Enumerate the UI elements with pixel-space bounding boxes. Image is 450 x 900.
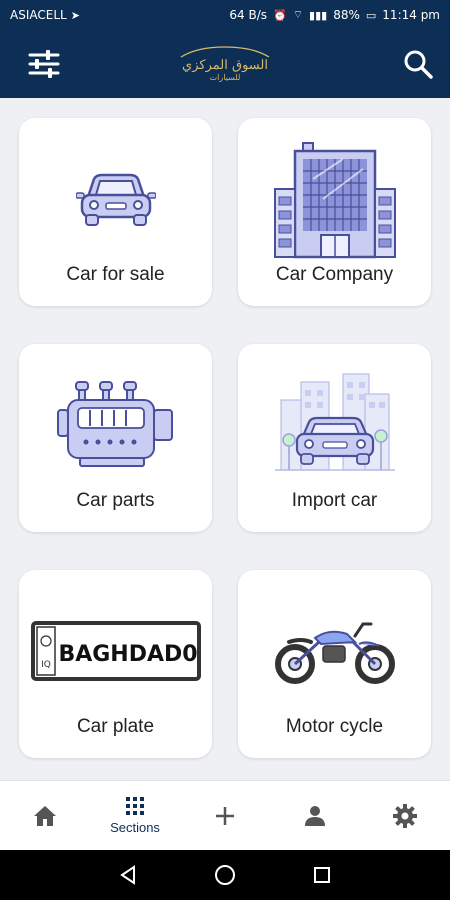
app-logo: السوق المركزي للسيارات [170, 40, 280, 88]
logo-subtext: للسيارات [209, 73, 241, 82]
building-icon [273, 141, 396, 258]
logo-text: السوق المركزي [182, 58, 268, 73]
search-button[interactable] [400, 46, 436, 82]
search-icon [404, 50, 433, 79]
license-plate-icon: IQ BAGHDAD0 [30, 620, 201, 681]
plus-icon [216, 806, 234, 825]
alarm-icon: ⏰ [273, 8, 287, 22]
section-label: Car Company [275, 264, 394, 285]
system-navigation-bar [0, 850, 450, 900]
plate-country-code: IQ [41, 660, 51, 670]
section-card-import-car[interactable]: Import car [238, 344, 431, 532]
back-triangle-icon [120, 865, 136, 885]
engine-icon [56, 380, 173, 467]
nav-profile[interactable] [270, 781, 360, 850]
network-speed: 64 B/s [229, 8, 267, 22]
status-bar: ASIACELL ➤ 64 B/s ⏰ ⌔ ▮▮▮ 88% ▭ 11:14 pm [0, 0, 450, 30]
recents-square-icon [313, 867, 330, 883]
user-icon [305, 805, 325, 826]
section-label: Car for sale [66, 264, 165, 285]
battery-icon: ▭ [365, 8, 377, 22]
home-system-button[interactable] [205, 855, 245, 895]
section-card-car-for-sale[interactable]: Car for sale [19, 118, 212, 306]
clock-time: 11:14 pm [382, 8, 440, 22]
app-header: السوق المركزي للسيارات [0, 30, 450, 98]
section-card-car-company[interactable]: Car Company [238, 118, 431, 306]
grid-icon [126, 797, 144, 815]
battery-level: 88% [333, 8, 360, 22]
signal-icon: ▮▮▮ [309, 8, 328, 22]
sections-grid: Car for sale Car Company Car parts Impor… [19, 118, 432, 758]
nav-sections[interactable]: Sections [90, 781, 180, 850]
logo-car-outline-icon [180, 46, 270, 58]
nav-home[interactable] [0, 781, 90, 850]
section-card-motor-cycle[interactable]: Motor cycle [238, 570, 431, 758]
back-button[interactable] [108, 855, 148, 895]
nav-sections-label: Sections [110, 820, 160, 835]
nav-add[interactable] [180, 781, 270, 850]
section-label: Import car [291, 490, 378, 511]
gear-icon [393, 803, 417, 828]
section-card-car-parts[interactable]: Car parts [19, 344, 212, 532]
wifi-icon: ⌔ [292, 8, 304, 21]
plate-text: BAGHDAD0 [58, 642, 197, 667]
section-label: Car plate [76, 716, 155, 737]
telegram-icon: ➤ [70, 8, 80, 22]
recents-button[interactable] [302, 855, 342, 895]
section-label: Motor cycle [285, 716, 384, 737]
nav-settings[interactable] [360, 781, 450, 850]
import-car-icon [274, 372, 395, 471]
home-icon [34, 805, 56, 826]
section-card-car-plate[interactable]: IQ BAGHDAD0 Car plate [19, 570, 212, 758]
carrier-name: ASIACELL [10, 8, 67, 22]
car-icon [75, 173, 156, 226]
sliders-icon [28, 50, 60, 78]
home-circle-icon [214, 865, 235, 885]
filter-button[interactable] [24, 48, 64, 80]
section-label: Car parts [76, 490, 155, 511]
motorcycle-icon [274, 622, 395, 684]
bottom-navigation: Sections [0, 780, 450, 850]
